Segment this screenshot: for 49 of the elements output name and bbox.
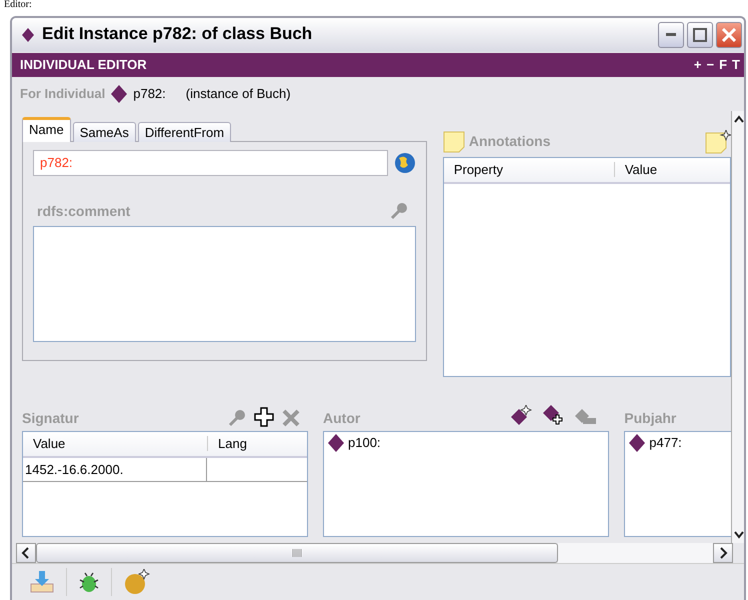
minimize-icon [666, 33, 676, 36]
field-label: For Individual [20, 86, 106, 102]
horizontal-scrollbar[interactable] [16, 542, 733, 563]
add-icon[interactable] [254, 406, 274, 427]
maximize-button[interactable] [687, 22, 713, 48]
individual-name: p782: [133, 86, 166, 102]
toolbar-glyph[interactable]: T [732, 56, 740, 72]
list-item[interactable]: p100: [348, 434, 381, 450]
toolbar-glyph[interactable]: + [694, 56, 702, 72]
scroll-left-icon[interactable] [21, 546, 31, 559]
instance-type: (instance of Buch) [186, 86, 291, 102]
diamond-icon [328, 434, 344, 452]
scroll-right-icon[interactable] [718, 546, 728, 559]
grip-icon[interactable] [292, 548, 302, 557]
maximize-icon [693, 28, 707, 42]
diamond-icon [629, 434, 646, 452]
note-icon [442, 130, 465, 153]
add-note-icon[interactable] [705, 130, 731, 154]
tab[interactable]: Name [22, 116, 71, 142]
table-cell: 1452.-16.6.2000. [23, 458, 207, 481]
diamond-icon [22, 28, 34, 42]
close-icon [722, 28, 736, 42]
caption-text: Editor: [4, 0, 32, 10]
name-field[interactable]: p782: [33, 150, 388, 176]
diamond-star-icon[interactable] [509, 404, 534, 427]
column-header[interactable]: Value [614, 162, 730, 178]
tab[interactable]: SameAs [72, 122, 136, 142]
toolbar-glyph[interactable]: − [706, 56, 714, 72]
comment-label: rdfs:comment [37, 203, 130, 220]
list-item[interactable]: p477: [649, 434, 682, 450]
diamond-add-icon[interactable] [541, 402, 566, 427]
autor-label: Autor [323, 410, 360, 427]
column-header[interactable]: Lang [207, 436, 307, 452]
annotations-title: Annotations [468, 133, 550, 150]
header-title: INDIVIDUAL EDITOR [20, 56, 147, 72]
column-header[interactable]: Value [23, 436, 207, 452]
vertical-scrollbar[interactable] [731, 110, 744, 543]
comment-field[interactable] [33, 226, 416, 342]
toolbar-glyph[interactable]: F [719, 56, 728, 72]
close-button[interactable] [716, 22, 742, 48]
globe-icon[interactable] [394, 152, 416, 174]
minimize-button[interactable] [658, 22, 684, 48]
tab[interactable]: DifferentFrom [138, 122, 232, 142]
signatur-label: Signatur [22, 410, 79, 427]
pubjahr-label: Pubjahr [624, 410, 676, 427]
diamond-icon [111, 84, 128, 103]
window-title: Edit Instance p782: of class Buch [42, 24, 312, 45]
bug-icon[interactable] [79, 571, 99, 594]
column-header[interactable]: Property [444, 162, 614, 178]
